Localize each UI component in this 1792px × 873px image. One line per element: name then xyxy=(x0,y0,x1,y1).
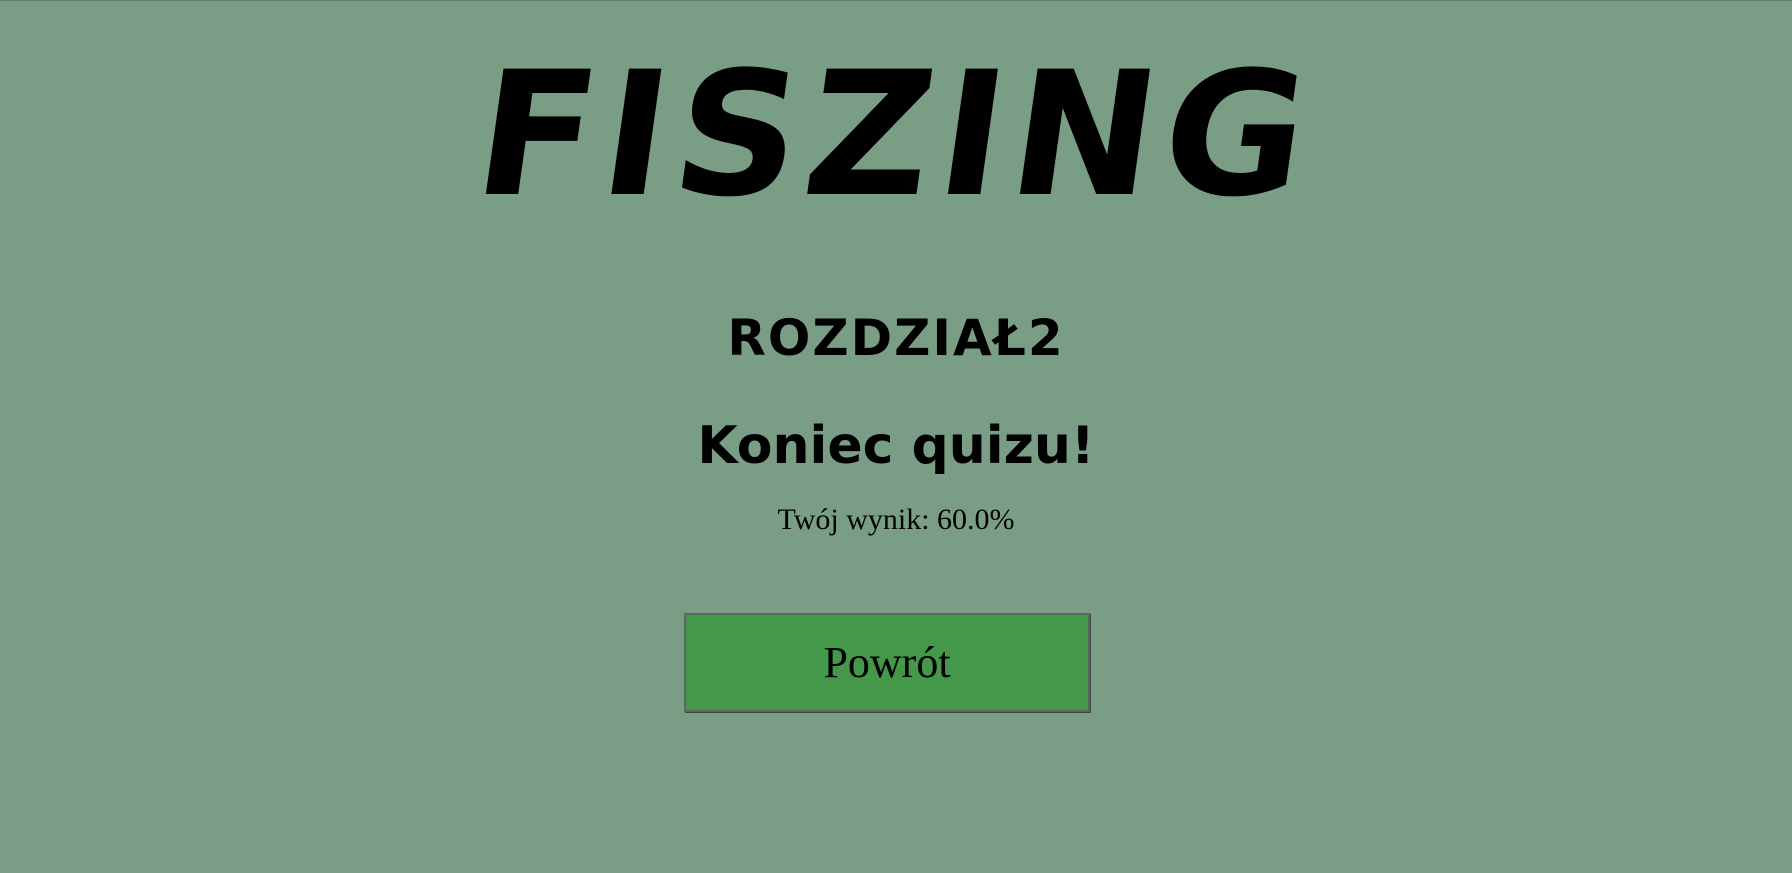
quiz-end-heading: Koniec quizu! xyxy=(697,416,1095,476)
top-border-line xyxy=(0,0,1792,1)
app-title: FISZING xyxy=(464,34,1328,235)
chapter-title: ROZDZIAŁ2 xyxy=(727,309,1065,367)
back-button[interactable]: Powrót xyxy=(684,613,1090,712)
score-text: Twój wynik: 60.0% xyxy=(777,503,1015,536)
